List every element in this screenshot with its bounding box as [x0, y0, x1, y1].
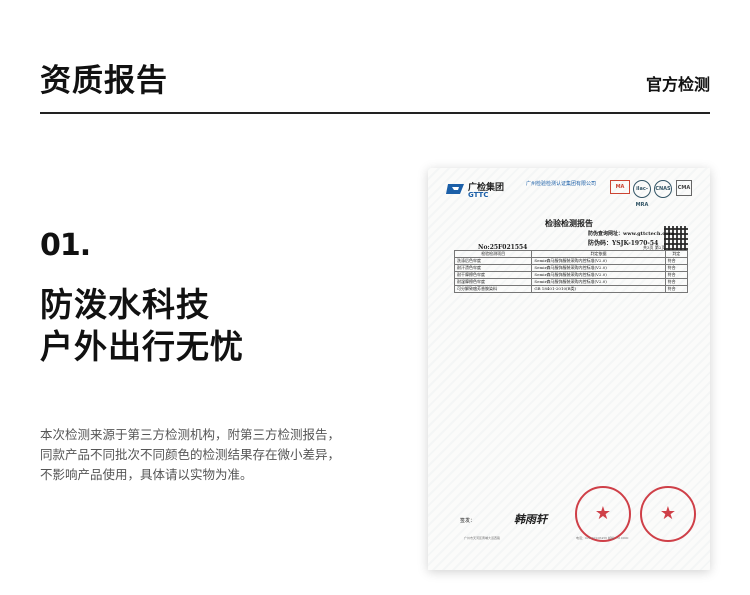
- query-site: 防伪查询网址：www.gttctech.com: [588, 231, 674, 237]
- table-cell: Semir森马服饰服装采购内控标准(V2.0): [531, 257, 666, 265]
- org-name: 广州检验检测认证集团有限公司: [526, 181, 597, 187]
- table-cell: Semir森马服饰服装采购内控标准(V2.0): [531, 278, 666, 286]
- table-header: 检验检测项目: [453, 250, 533, 258]
- page-title: 资质报告: [40, 63, 168, 99]
- ma-mark-icon: MA: [610, 180, 630, 194]
- table-cell: 耐湿摩擦色牢度: [453, 278, 533, 286]
- table-row: 耐干摩擦色牢度 Semir森马服饰服装采购内控标准(V2.0) 符合: [453, 271, 689, 279]
- table-cell: 符合: [664, 264, 689, 272]
- table-cell: 洗涤后色牢度: [453, 257, 533, 265]
- red-stamp-icon: ★: [640, 486, 696, 542]
- description-line: 本次检测来源于第三方检测机构，附第三方检测报告，: [40, 427, 341, 442]
- description-line: 同款产品不同批次不同颜色的检测结果存在微小差异，: [40, 447, 341, 462]
- table-row: 洗涤后色牢度 Semir森马服饰服装采购内控标准(V2.0) 符合: [453, 257, 689, 265]
- table-header: 判定: [664, 250, 689, 258]
- table-cell: Semir森马服饰服装采购内控标准(V2.0): [531, 264, 666, 272]
- table-cell: 符合: [664, 285, 689, 293]
- ilac-mark-icon: ilac-MRA: [633, 180, 651, 208]
- table-cell: 耐汗渍色牢度: [453, 264, 533, 272]
- table-cell: 符合: [664, 257, 689, 265]
- gttc-logo-icon: [446, 184, 464, 194]
- report-footer-left: 广州市天河区黄埔大道西路: [464, 536, 501, 540]
- report-table: 检验检测项目 判定依据 判定 洗涤后色牢度 Semir森马服饰服装采购内控标准(…: [453, 250, 689, 293]
- table-header-row: 检验检测项目 判定依据 判定: [453, 250, 689, 258]
- lab-name-en: GTTC: [468, 191, 489, 199]
- test-report-image: 广检集团 GTTC 广州检验检测认证集团有限公司 MA ilac-MRA CNA…: [428, 168, 710, 570]
- report-footer-right: 电话：020-32206456 邮编：510000: [576, 536, 629, 540]
- table-cell: 可分解致癌芳香胺染料: [453, 285, 533, 293]
- section-number: 01.: [40, 228, 91, 263]
- qr-code-icon: [664, 226, 688, 250]
- headline-line-2: 户外出行无忧: [40, 327, 244, 366]
- table-cell: 符合: [664, 278, 689, 286]
- header-divider: [40, 112, 710, 114]
- signature-label: 签发：: [460, 518, 476, 524]
- table-cell: 耐干摩擦色牢度: [453, 271, 533, 279]
- star-icon: ★: [659, 503, 677, 524]
- description-line: 不影响产品使用，具体请以实物为准。: [40, 467, 253, 482]
- official-test-tag: 官方检测: [645, 75, 710, 94]
- table-cell: Semir森马服饰服装采购内控标准(V2.0): [531, 271, 666, 279]
- page-header: 资质报告 官方检测: [40, 55, 710, 115]
- star-icon: ★: [594, 503, 612, 524]
- description: 本次检测来源于第三方检测机构，附第三方检测报告， 同款产品不同批次不同颜色的检测…: [40, 425, 380, 485]
- table-row: 可分解致癌芳香胺染料 GB 18401-2010(B类) 符合: [453, 285, 689, 293]
- red-stamp-icon: ★: [575, 486, 631, 542]
- table-header: 判定依据: [531, 250, 666, 258]
- table-row: 耐汗渍色牢度 Semir森马服饰服装采购内控标准(V2.0) 符合: [453, 264, 689, 272]
- table-cell: GB 18401-2010(B类): [531, 285, 666, 293]
- cnas-mark-icon: CNAS: [654, 180, 672, 198]
- table-row: 耐湿摩擦色牢度 Semir森马服饰服装采购内控标准(V2.0) 符合: [453, 278, 689, 286]
- headline-line-1: 防泼水科技: [40, 285, 210, 324]
- cma-mark-icon: CMA: [676, 180, 692, 196]
- table-cell: 符合: [664, 271, 689, 279]
- signature: 韩雨轩: [514, 513, 547, 526]
